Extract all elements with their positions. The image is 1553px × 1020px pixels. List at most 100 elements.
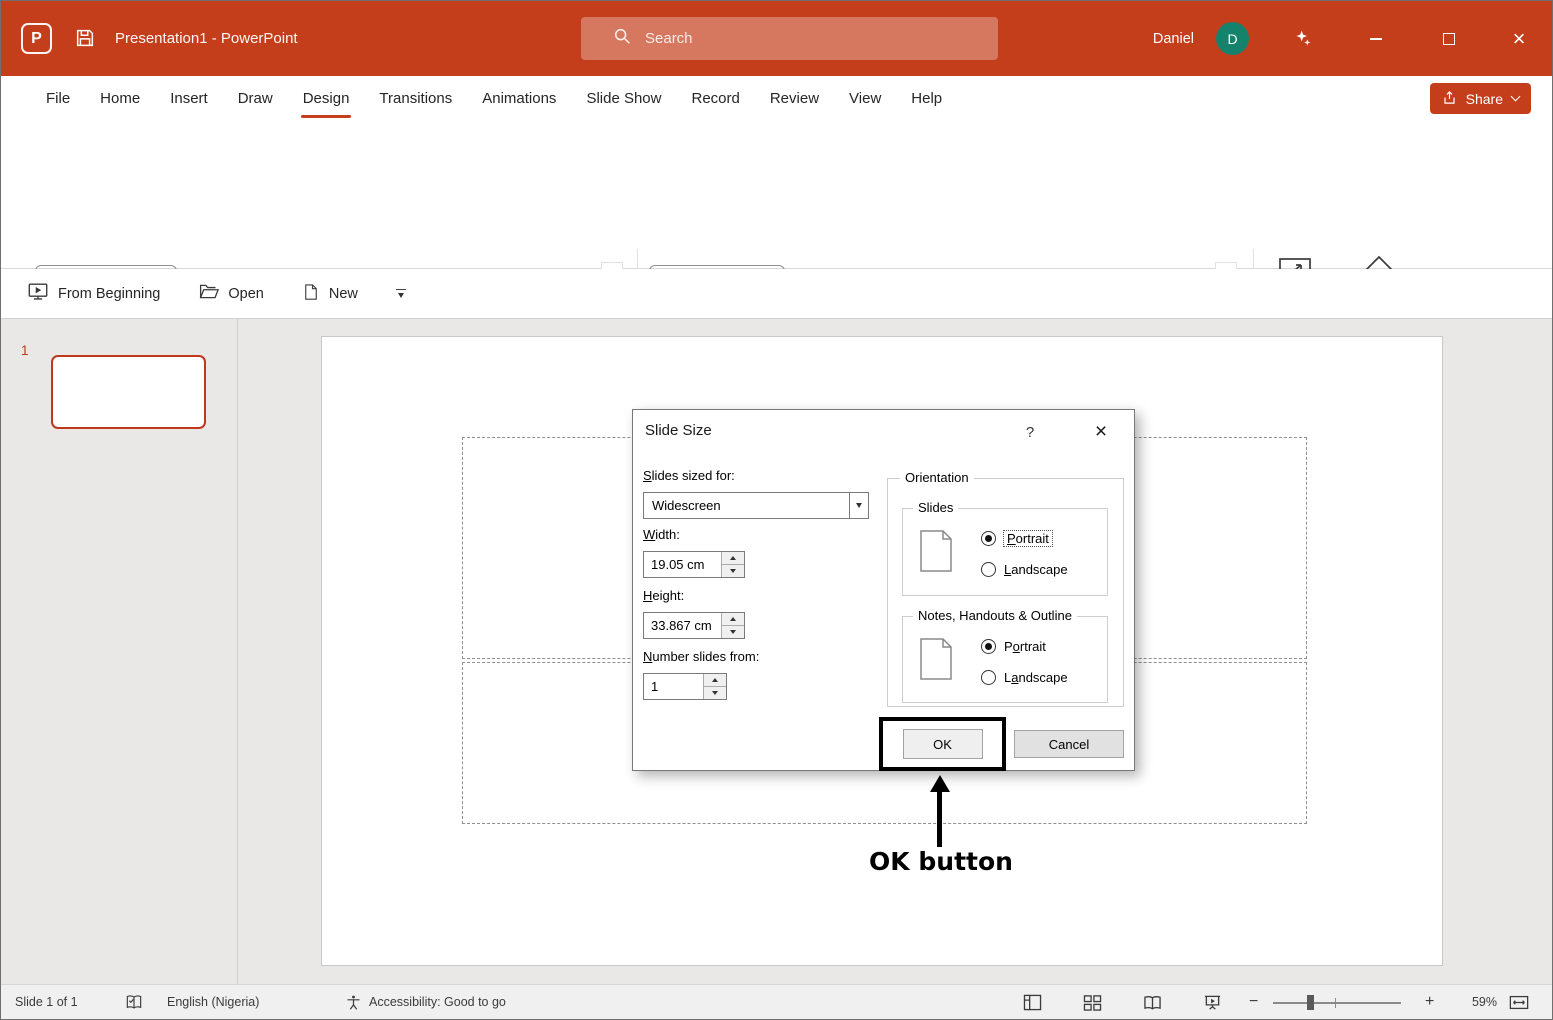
new-document-icon [302, 282, 320, 306]
tab-record[interactable]: Record [676, 76, 754, 121]
spin-down-icon [730, 630, 736, 634]
tab-view[interactable]: View [834, 76, 896, 121]
zoom-out-button[interactable]: − [1249, 985, 1258, 1019]
annotation-arrow-line [937, 789, 942, 847]
tab-draw[interactable]: Draw [223, 76, 288, 121]
tab-file[interactable]: File [31, 76, 85, 121]
reading-view-button[interactable] [1143, 994, 1162, 1014]
share-button[interactable]: Share [1429, 83, 1531, 114]
dropdown-arrow-button[interactable] [849, 493, 868, 518]
open-button[interactable]: Open [198, 281, 264, 306]
spell-check-icon[interactable] [125, 994, 143, 1013]
tab-insert[interactable]: Insert [155, 76, 223, 121]
notes-landscape-label: Landscape [1004, 670, 1068, 685]
from-beginning-button[interactable]: From Beginning [27, 281, 160, 307]
powerpoint-logo-icon: P [21, 23, 52, 54]
minimize-icon [1370, 37, 1382, 40]
search-box[interactable] [581, 17, 998, 60]
zoom-percentage[interactable]: 59% [1453, 985, 1497, 1019]
slide-counter[interactable]: Slide 1 of 1 [15, 985, 78, 1019]
slideshow-view-button[interactable] [1203, 994, 1222, 1014]
maximize-button[interactable] [1426, 1, 1472, 76]
orientation-group: Orientation Slides Portrait Landscape No… [887, 470, 1124, 707]
portrait-page-icon [919, 529, 953, 576]
spin-down-icon [712, 691, 718, 695]
dialog-close-button[interactable]: × [1079, 416, 1123, 448]
width-value: 19.05 cm [651, 557, 705, 572]
slide-thumbnail-panel: 1 [1, 319, 238, 984]
notes-landscape-option[interactable]: Landscape [981, 670, 1068, 685]
height-value: 33.867 cm [651, 618, 712, 633]
tab-transitions[interactable]: Transitions [364, 76, 467, 121]
notes-portrait-option[interactable]: Portrait [981, 639, 1046, 654]
slide-sorter-view-button[interactable] [1083, 994, 1102, 1014]
tab-review[interactable]: Review [755, 76, 834, 121]
number-slides-value: 1 [651, 679, 659, 694]
maximize-icon [1443, 32, 1455, 45]
width-spin-up-button[interactable] [722, 552, 744, 565]
zoom-slider-thumb[interactable] [1307, 995, 1314, 1010]
tab-home[interactable]: Home [85, 76, 155, 121]
fit-to-window-icon[interactable] [1509, 994, 1529, 1014]
number-slides-label: Number slides from: [643, 649, 760, 664]
normal-view-button[interactable] [1023, 994, 1042, 1014]
height-spin-down-button[interactable] [722, 626, 744, 638]
cancel-button[interactable]: Cancel [1014, 730, 1124, 758]
folder-open-icon [198, 281, 220, 306]
height-spin-up-button[interactable] [722, 613, 744, 626]
tab-help[interactable]: Help [896, 76, 957, 121]
radio-unchecked-icon [981, 562, 996, 577]
close-button[interactable]: × [1496, 1, 1542, 76]
notes-portrait-label: Portrait [1004, 639, 1046, 654]
width-label: Width: [643, 527, 680, 542]
tab-animations[interactable]: Animations [467, 76, 571, 121]
ribbon-tab-bar: File Home Insert Draw Design Transitions… [1, 76, 1552, 121]
slide-number: 1 [21, 343, 29, 358]
slides-landscape-option[interactable]: Landscape [981, 562, 1068, 577]
number-slides-spinner[interactable]: 1 [643, 673, 727, 700]
chevron-down-icon [1510, 91, 1521, 102]
spin-up-icon [712, 678, 718, 682]
minimize-button[interactable] [1353, 1, 1399, 76]
height-spinner[interactable]: 33.867 cm [643, 612, 745, 639]
number-spin-down-button[interactable] [704, 687, 726, 699]
spin-down-icon [730, 569, 736, 573]
slides-portrait-option[interactable]: Portrait [981, 530, 1053, 547]
new-button[interactable]: New [302, 282, 358, 306]
tab-slide-show[interactable]: Slide Show [571, 76, 676, 121]
save-icon[interactable] [74, 27, 96, 54]
slide-thumbnail[interactable] [51, 355, 206, 429]
zoom-in-button[interactable]: + [1425, 985, 1434, 1019]
zoom-slider-track[interactable] [1273, 1002, 1401, 1004]
portrait-page-icon [919, 637, 953, 684]
height-label: Height: [643, 588, 685, 603]
avatar[interactable]: D [1216, 22, 1249, 55]
language-indicator[interactable]: English (Nigeria) [167, 985, 259, 1019]
quickbar-more-button[interactable] [395, 288, 406, 299]
search-input[interactable] [645, 30, 945, 47]
sized-for-label: Slides sized for: [643, 468, 735, 483]
from-beginning-label: From Beginning [58, 285, 161, 302]
tab-design[interactable]: Design [288, 76, 365, 121]
open-label: Open [228, 285, 264, 302]
radio-unchecked-icon [981, 670, 996, 685]
slides-landscape-label: Landscape [1004, 562, 1068, 577]
number-spin-up-button[interactable] [704, 674, 726, 687]
ok-button[interactable]: OK [902, 729, 983, 759]
sparkle-brush-icon[interactable] [1292, 28, 1313, 54]
notes-orientation-box: Notes, Handouts & Outline Portrait Lands… [902, 608, 1108, 703]
sized-for-value: Widescreen [652, 498, 721, 513]
ok-button-highlight-frame: OK [879, 717, 1006, 771]
slides-box-label: Slides [913, 500, 959, 515]
width-spinner[interactable]: 19.05 cm [643, 551, 745, 578]
accessibility-status[interactable]: Accessibility: Good to go [369, 985, 506, 1019]
share-label: Share [1465, 90, 1503, 107]
sized-for-dropdown[interactable]: Widescreen [643, 492, 869, 519]
width-spin-down-button[interactable] [722, 565, 744, 577]
user-name: Daniel [1152, 30, 1194, 47]
slideshow-from-beginning-icon [27, 281, 49, 307]
spin-up-icon [730, 617, 736, 621]
zoom-slider-notch [1335, 998, 1336, 1008]
slides-portrait-label: Portrait [1003, 530, 1053, 547]
dialog-help-button[interactable]: ? [1016, 419, 1044, 447]
